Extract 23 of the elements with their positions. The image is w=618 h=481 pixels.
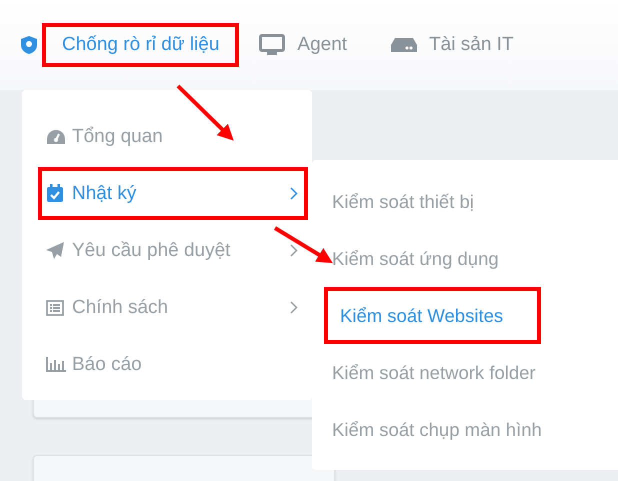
- menu-item[interactable]: Nhật ký: [36, 165, 310, 222]
- annotation-arrow: [274, 226, 333, 264]
- submenu-item[interactable]: Kiểm soát Websites: [324, 287, 542, 344]
- paper-plane-icon: [46, 242, 64, 260]
- annotation-arrow: [176, 84, 234, 141]
- bar-chart-icon: [46, 357, 66, 372]
- submenu-item[interactable]: Kiểm soát network folder: [324, 344, 548, 401]
- submenu-item[interactable]: Kiểm soát chụp màn hình: [324, 401, 554, 458]
- submenu-item[interactable]: Kiểm soát ứng dụng: [324, 230, 511, 287]
- submenu-item[interactable]: Kiểm soát thiết bị: [324, 173, 486, 230]
- calendar-check-icon: [46, 184, 64, 203]
- menu-item[interactable]: Yêu cầu phê duyệt: [36, 222, 310, 279]
- menu-item[interactable]: Chính sách: [36, 279, 310, 336]
- gauge-icon: [46, 128, 66, 144]
- menu-item[interactable]: Tổng quan: [36, 108, 310, 165]
- list-icon: [46, 300, 64, 316]
- nav-tab[interactable]: Agent: [259, 25, 370, 65]
- drive-icon: [391, 38, 418, 52]
- nav-tab[interactable]: Chống rò rỉ dữ liệu: [44, 25, 238, 65]
- nav-tab[interactable]: Tài sản IT: [391, 25, 536, 65]
- shield-icon: [20, 35, 38, 55]
- monitor-icon: [259, 34, 286, 56]
- menu-item[interactable]: Báo cáo: [36, 336, 310, 393]
